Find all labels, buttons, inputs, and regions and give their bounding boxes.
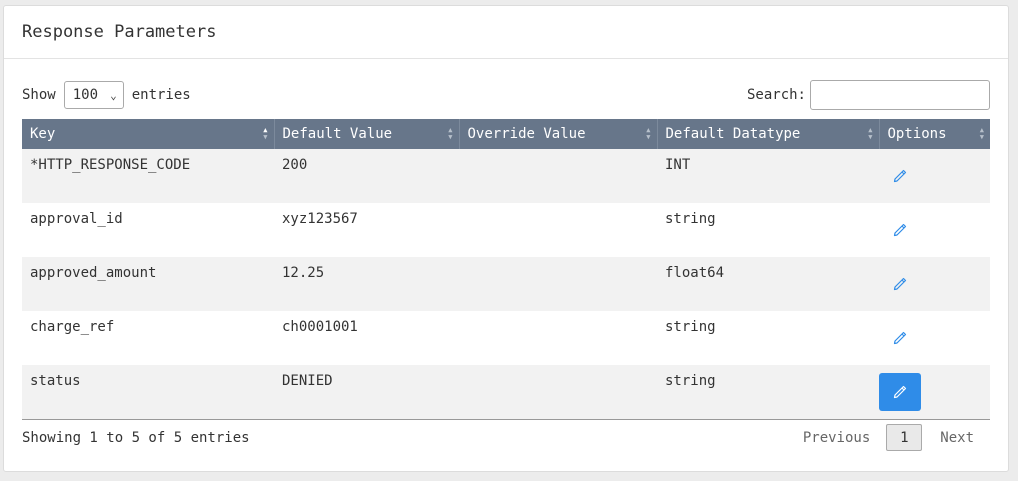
cell-datatype: string — [665, 373, 716, 389]
show-label: Show — [22, 87, 56, 103]
column-header-label: Options — [887, 126, 947, 142]
edit-button[interactable] — [879, 372, 921, 411]
cell-override-value — [459, 203, 657, 257]
column-header-key[interactable]: Key ▲ ▼ — [22, 119, 275, 149]
column-header-label: Override Value — [467, 126, 586, 142]
cell-key: approval_id — [30, 211, 123, 227]
search-input[interactable] — [810, 80, 990, 110]
cell-default-value: 12.25 — [282, 265, 325, 281]
column-header-label: Key — [30, 126, 56, 142]
cell-key: *HTTP_RESPONSE_CODE — [30, 157, 191, 173]
column-header-label: Default Datatype — [665, 126, 801, 142]
table-row: approved_amount 12.25 float64 — [22, 257, 990, 311]
next-page-button[interactable]: Next — [940, 430, 974, 446]
edit-button[interactable] — [879, 211, 921, 249]
pencil-icon — [893, 223, 907, 237]
column-header-default-value[interactable]: Default Value ▲ ▼ — [274, 119, 460, 149]
table-row: charge_ref ch0001001 string — [22, 311, 990, 365]
cell-default-value: ch0001001 — [282, 319, 358, 335]
search-label: Search: — [746, 87, 806, 103]
cell-key: charge_ref — [30, 319, 115, 335]
page-1-button[interactable]: 1 — [886, 424, 923, 451]
search-control: Search: — [747, 80, 990, 110]
cell-key: approved_amount — [30, 265, 157, 281]
previous-page-button[interactable]: Previous — [803, 430, 870, 446]
column-header-override-value[interactable]: Override Value ▲ ▼ — [459, 119, 658, 149]
chevron-down-icon: ⌄ — [110, 88, 117, 102]
table-row: approval_id xyz123567 string — [22, 203, 990, 257]
length-control: Show 100 ⌄ entries — [22, 81, 191, 109]
table-controls: Show 100 ⌄ entries Search: — [22, 79, 990, 111]
entries-select-value: 100 — [72, 87, 99, 103]
entries-select[interactable]: 100 ⌄ — [63, 81, 124, 109]
edit-button[interactable] — [879, 157, 921, 195]
cell-override-value — [459, 149, 657, 203]
pencil-icon — [893, 277, 907, 291]
cell-datatype: INT — [665, 157, 691, 173]
cell-default-value: DENIED — [282, 373, 333, 389]
cell-override-value — [459, 257, 657, 311]
panel-title: Response Parameters — [22, 22, 217, 42]
table-header-row: Key ▲ ▼ Default Value ▲ ▼ Override Value ▲… — [22, 119, 990, 149]
pencil-icon — [893, 331, 907, 345]
pagination: Previous 1 Next — [803, 424, 974, 451]
column-header-label: Default Value — [282, 126, 393, 142]
pencil-icon — [893, 385, 907, 398]
table-info: Showing 1 to 5 of 5 entries — [22, 430, 250, 446]
edit-button[interactable] — [879, 319, 921, 357]
parameters-table: Key ▲ ▼ Default Value ▲ ▼ Override Value ▲… — [22, 119, 990, 420]
column-header-default-datatype[interactable]: Default Datatype ▲ ▼ — [657, 119, 880, 149]
entries-label: entries — [131, 87, 191, 103]
cell-override-value — [459, 365, 657, 419]
sort-icon: ▲ ▼ — [448, 126, 453, 141]
cell-key: status — [30, 373, 81, 389]
sort-ascending-icon: ▲ ▼ — [263, 126, 268, 141]
response-parameters-panel: Response Parameters Show 100 ⌄ entries S… — [3, 5, 1009, 472]
cell-default-value: 200 — [282, 157, 308, 173]
sort-icon: ▲ ▼ — [868, 126, 873, 141]
cell-datatype: string — [665, 319, 716, 335]
pencil-icon — [893, 169, 907, 183]
cell-datatype: string — [665, 211, 716, 227]
sort-icon: ▲ ▼ — [979, 126, 984, 141]
cell-default-value: xyz123567 — [282, 211, 358, 227]
panel-header: Response Parameters — [4, 6, 1008, 59]
column-header-options[interactable]: Options ▲ ▼ — [879, 119, 990, 149]
table-row: status DENIED string — [22, 365, 990, 419]
edit-button[interactable] — [879, 265, 921, 303]
table-row: *HTTP_RESPONSE_CODE 200 INT — [22, 149, 990, 203]
sort-icon: ▲ ▼ — [646, 126, 651, 141]
cell-override-value — [459, 311, 657, 365]
cell-datatype: float64 — [665, 265, 725, 281]
